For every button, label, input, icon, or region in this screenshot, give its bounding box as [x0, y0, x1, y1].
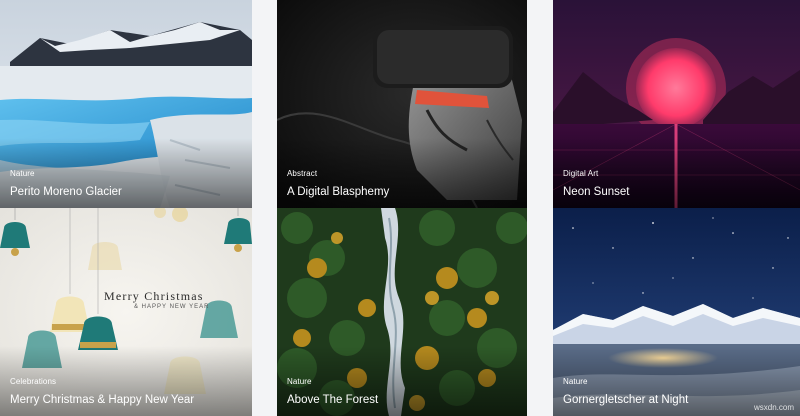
card-category: Abstract: [287, 169, 318, 178]
card-title[interactable]: Perito Moreno Glacier: [10, 186, 122, 198]
card-a-digital-blasphemy[interactable]: Abstract A Digital Blasphemy: [277, 0, 527, 208]
card-neon-sunset[interactable]: Digital Art Neon Sunset: [553, 0, 800, 208]
card-title[interactable]: Neon Sunset: [563, 186, 630, 198]
card-title[interactable]: A Digital Blasphemy: [287, 186, 389, 198]
greeting-subline: & HAPPY NEW YEAR: [134, 304, 210, 310]
watermark: wsxdn.com: [753, 403, 794, 412]
card-category: Nature: [563, 377, 588, 386]
card-merry-christmas[interactable]: Merry Christmas & HAPPY NEW YEAR Celebra…: [0, 208, 252, 416]
card-title[interactable]: Merry Christmas & Happy New Year: [10, 394, 194, 406]
card-category: Nature: [287, 377, 312, 386]
card-title[interactable]: Gornergletscher at Night: [563, 394, 688, 406]
card-above-the-forest[interactable]: Nature Above The Forest: [277, 208, 527, 416]
card-gornergletscher-at-night[interactable]: Nature Gornergletscher at Night wsxdn.co…: [553, 208, 800, 416]
bell-icon: [88, 242, 122, 270]
card-category: Nature: [10, 169, 35, 178]
card-category: Digital Art: [563, 169, 599, 178]
gallery-grid: Nature Perito Moreno Glacier Abstract A …: [0, 0, 800, 416]
greeting-headline: Merry Christmas: [104, 289, 204, 303]
card-category: Celebrations: [10, 377, 57, 386]
card-title[interactable]: Above The Forest: [287, 394, 378, 406]
card-perito-moreno-glacier[interactable]: Nature Perito Moreno Glacier: [0, 0, 252, 208]
